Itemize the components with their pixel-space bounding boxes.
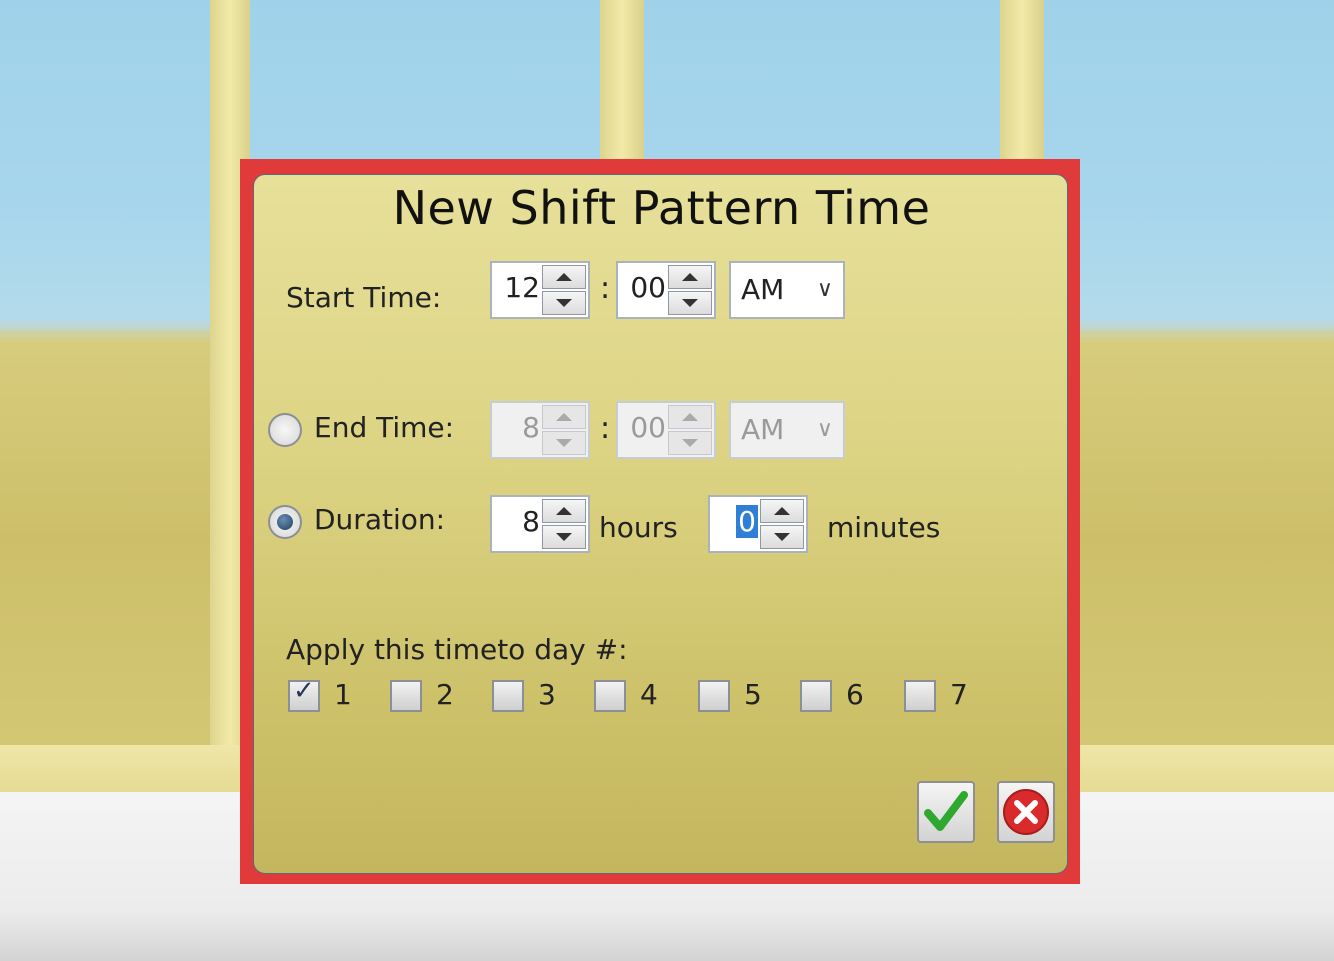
duration-label: Duration: bbox=[314, 503, 446, 536]
arrow-down-icon bbox=[556, 439, 572, 447]
duration-minutes-value[interactable]: 0 bbox=[736, 505, 758, 538]
day-5-label: 5 bbox=[744, 678, 762, 711]
day-1-label: 1 bbox=[334, 678, 352, 711]
duration-minutes-up-button[interactable] bbox=[760, 499, 804, 523]
day-7-label: 7 bbox=[950, 678, 968, 711]
checkmark-icon: ✓ bbox=[293, 676, 315, 706]
red-x-icon bbox=[1003, 789, 1049, 835]
duration-radio[interactable] bbox=[268, 505, 302, 539]
end-hour-down-button[interactable] bbox=[542, 431, 586, 455]
day-3-label: 3 bbox=[538, 678, 556, 711]
shift-pattern-dialog: New Shift Pattern Time Start Time: 12 : … bbox=[253, 174, 1068, 874]
day-7-checkbox[interactable] bbox=[904, 680, 936, 712]
arrow-up-icon bbox=[556, 273, 572, 281]
arrow-down-icon bbox=[682, 439, 698, 447]
green-check-icon bbox=[924, 791, 968, 831]
end-minute-value[interactable]: 00 bbox=[630, 411, 666, 444]
arrow-down-icon bbox=[774, 533, 790, 541]
day-2-label: 2 bbox=[436, 678, 454, 711]
start-minute-up-button[interactable] bbox=[668, 265, 712, 289]
chevron-down-icon: ∨ bbox=[816, 417, 833, 442]
day-3-checkbox[interactable] bbox=[492, 680, 524, 712]
arrow-up-icon bbox=[682, 413, 698, 421]
cancel-button[interactable] bbox=[997, 781, 1055, 843]
end-ampm-value: AM bbox=[741, 413, 785, 446]
start-hour-value[interactable]: 12 bbox=[504, 271, 540, 304]
end-ampm-select[interactable]: AM ∨ bbox=[729, 401, 845, 459]
start-minute-value[interactable]: 00 bbox=[630, 271, 666, 304]
day-1-checkbox[interactable]: ✓ bbox=[288, 676, 320, 712]
dialog-title: New Shift Pattern Time bbox=[392, 181, 931, 235]
ok-button[interactable] bbox=[917, 781, 975, 843]
arrow-down-icon bbox=[556, 533, 572, 541]
hours-unit-label: hours bbox=[599, 511, 678, 544]
arrow-up-icon bbox=[774, 507, 790, 515]
arrow-down-icon bbox=[682, 299, 698, 307]
end-hour-spinner[interactable]: 8 bbox=[490, 401, 590, 459]
day-6-label: 6 bbox=[846, 678, 864, 711]
end-minute-down-button[interactable] bbox=[668, 431, 712, 455]
chevron-down-icon: ∨ bbox=[816, 277, 833, 302]
start-time-label: Start Time: bbox=[286, 281, 442, 314]
start-minute-down-button[interactable] bbox=[668, 291, 712, 315]
duration-minutes-spinner[interactable]: 0 bbox=[708, 495, 808, 553]
day-6-checkbox[interactable] bbox=[800, 680, 832, 712]
start-ampm-value: AM bbox=[741, 273, 785, 306]
apply-days-label: Apply this timeto day #: bbox=[286, 633, 628, 666]
end-time-label: End Time: bbox=[314, 411, 455, 444]
duration-hours-down-button[interactable] bbox=[542, 525, 586, 549]
arrow-up-icon bbox=[556, 507, 572, 515]
end-hour-value[interactable]: 8 bbox=[522, 411, 540, 444]
arrow-up-icon bbox=[682, 273, 698, 281]
duration-hours-spinner[interactable]: 8 bbox=[490, 495, 590, 553]
arrow-up-icon bbox=[556, 413, 572, 421]
end-minute-up-button[interactable] bbox=[668, 405, 712, 429]
highlight-frame: New Shift Pattern Time Start Time: 12 : … bbox=[240, 159, 1080, 884]
day-5-checkbox[interactable] bbox=[698, 680, 730, 712]
time-separator: : bbox=[600, 411, 611, 446]
duration-hours-value[interactable]: 8 bbox=[522, 505, 540, 538]
start-hour-spinner[interactable]: 12 bbox=[490, 261, 590, 319]
end-minute-spinner[interactable]: 00 bbox=[616, 401, 716, 459]
duration-minutes-down-button[interactable] bbox=[760, 525, 804, 549]
arrow-down-icon bbox=[556, 299, 572, 307]
duration-hours-up-button[interactable] bbox=[542, 499, 586, 523]
end-time-radio[interactable] bbox=[268, 413, 302, 447]
day-2-checkbox[interactable] bbox=[390, 680, 422, 712]
start-hour-down-button[interactable] bbox=[542, 291, 586, 315]
start-ampm-select[interactable]: AM ∨ bbox=[729, 261, 845, 319]
minutes-unit-label: minutes bbox=[827, 511, 941, 544]
start-minute-spinner[interactable]: 00 bbox=[616, 261, 716, 319]
time-separator: : bbox=[600, 271, 611, 306]
day-4-label: 4 bbox=[640, 678, 658, 711]
start-hour-up-button[interactable] bbox=[542, 265, 586, 289]
radio-selected-dot bbox=[277, 514, 293, 530]
end-hour-up-button[interactable] bbox=[542, 405, 586, 429]
day-4-checkbox[interactable] bbox=[594, 680, 626, 712]
